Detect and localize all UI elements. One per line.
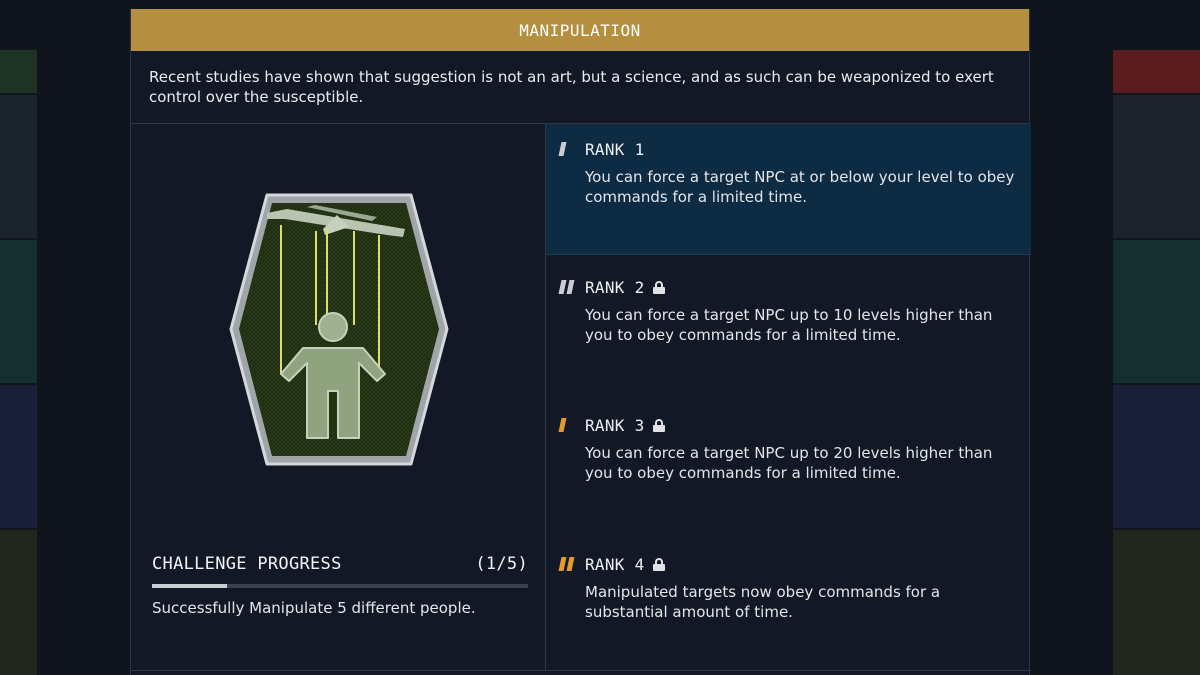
- challenge-progress: CHALLENGE PROGRESS (1/5) Successfully Ma…: [152, 554, 528, 617]
- rank-1-label: RANK 1: [585, 139, 645, 159]
- rank-bar-mark: [566, 557, 575, 571]
- bg-tile-right-4: [1113, 385, 1200, 528]
- lock-icon: [652, 280, 665, 294]
- rank-2-description: You can force a target NPC up to 10 leve…: [585, 306, 993, 344]
- bg-tile-right-3: [1113, 240, 1200, 383]
- bg-tile-left-3: [0, 240, 37, 383]
- panel-bottom-divider: [131, 670, 1031, 671]
- skill-panel: MANIPULATION Recent studies have shown t…: [130, 9, 1031, 675]
- bg-tile-right-2: [1113, 95, 1200, 238]
- rank-2-label: RANK 2: [585, 277, 645, 297]
- skill-left-pane: CHALLENGE PROGRESS (1/5) Successfully Ma…: [131, 124, 546, 671]
- rank-bar-mark: [558, 280, 567, 294]
- rank-list: RANK 1 You can force a target NPC at or …: [546, 124, 1031, 671]
- skill-title: MANIPULATION: [131, 9, 1029, 51]
- rank-2-mark-icon: [558, 280, 580, 294]
- rank-4-item[interactable]: RANK 4 Manipulated targets now obey comm…: [546, 539, 1031, 671]
- lock-icon: [652, 418, 665, 432]
- rank-4-description: Manipulated targets now obey commands fo…: [585, 583, 941, 621]
- rank-bar-mark: [558, 418, 567, 432]
- rank-2-item[interactable]: RANK 2 You can force a target NPC up to …: [546, 262, 1031, 400]
- rank-4-label: RANK 4: [585, 554, 645, 574]
- bg-tile-right-5: [1113, 530, 1200, 675]
- rank-1-item[interactable]: RANK 1 You can force a target NPC at or …: [546, 124, 1031, 255]
- challenge-progress-fill: [152, 584, 228, 588]
- rank-bar-mark: [566, 280, 575, 294]
- bg-tile-left-4: [0, 385, 37, 528]
- rank-3-description: You can force a target NPC up to 20 leve…: [585, 444, 993, 482]
- lock-icon: [652, 557, 665, 571]
- rank-1-mark-icon: [558, 142, 580, 156]
- rank-3-mark-icon: [558, 418, 580, 432]
- rank-bar-mark: [558, 142, 567, 156]
- bg-tile-left-2: [0, 95, 37, 238]
- rank-3-item[interactable]: RANK 3 You can force a target NPC up to …: [546, 400, 1031, 539]
- marionette-puppet-icon: [227, 191, 451, 468]
- challenge-description: Successfully Manipulate 5 different peop…: [152, 599, 476, 617]
- rank-1-description: You can force a target NPC at or below y…: [585, 168, 1015, 206]
- bg-tile-right-1: [1113, 50, 1200, 93]
- rank-3-label: RANK 3: [585, 415, 645, 435]
- challenge-count: (1/5): [475, 554, 528, 574]
- bg-tile-left-5: [0, 530, 37, 675]
- rank-4-mark-icon: [558, 557, 580, 571]
- challenge-progress-bar: [152, 584, 528, 588]
- rank-bar-mark: [558, 557, 567, 571]
- challenge-title: CHALLENGE PROGRESS: [152, 554, 342, 574]
- bg-tile-left-1: [0, 50, 37, 93]
- skill-description: Recent studies have shown that suggestio…: [131, 51, 1029, 124]
